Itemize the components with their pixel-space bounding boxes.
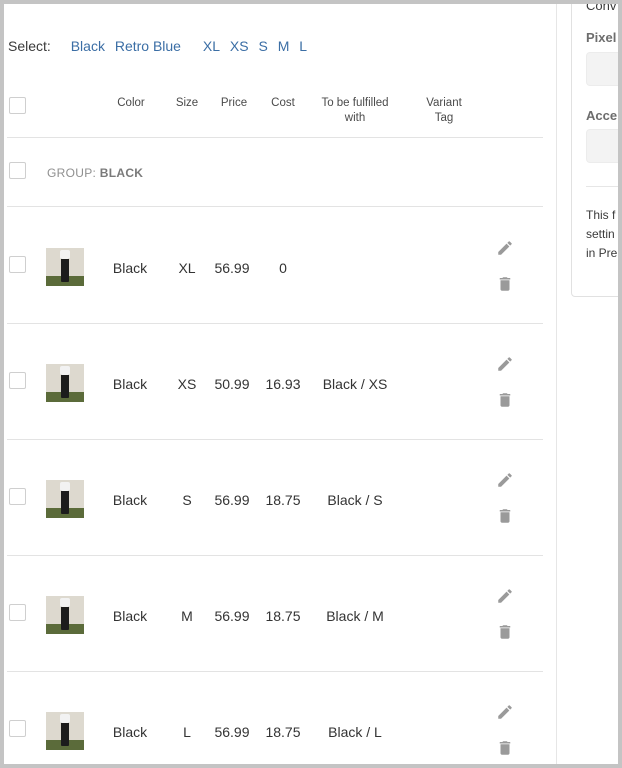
app-frame: Select: Black Retro Blue XL XS S M L Col… — [4, 4, 618, 764]
cell-size: XL — [178, 260, 196, 276]
cell-fulfilled: Black / L — [328, 724, 382, 740]
cell-fulfilled: Black / XS — [322, 376, 388, 392]
cell-cost: 18.75 — [265, 608, 301, 624]
header-fulfilled: To be fulfilled with — [321, 97, 389, 124]
pencil-icon[interactable] — [496, 239, 514, 257]
cell-color: Black — [112, 492, 148, 508]
cell-size: XS — [177, 376, 197, 392]
row-checkbox[interactable] — [9, 372, 26, 389]
table-row: Black S 56.99 18.75 Black / S — [7, 440, 543, 556]
header-price: Price — [220, 97, 248, 109]
variant-thumbnail — [46, 480, 84, 518]
cell-size: L — [183, 724, 191, 740]
header-variant-tag: Variant Tag — [426, 97, 462, 124]
header-size: Size — [175, 97, 199, 109]
trash-icon[interactable] — [496, 391, 514, 409]
trash-icon[interactable] — [496, 739, 514, 757]
select-color-black[interactable]: Black — [71, 38, 105, 54]
select-size-s[interactable]: S — [258, 38, 267, 54]
pencil-icon[interactable] — [496, 355, 514, 373]
select-size-l[interactable]: L — [299, 38, 307, 54]
side-line1: Conv — [586, 4, 617, 13]
row-checkbox[interactable] — [9, 720, 26, 737]
variant-select-bar: Select: Black Retro Blue XL XS S M L — [8, 38, 313, 54]
cell-color: Black — [112, 376, 148, 392]
trash-icon[interactable] — [496, 623, 514, 641]
pixel-input[interactable] — [586, 52, 618, 86]
variant-thumbnail — [46, 712, 84, 750]
cell-price: 56.99 — [214, 260, 250, 276]
desc-line: in Pre — [586, 246, 618, 260]
pencil-icon[interactable] — [496, 471, 514, 489]
cell-size: S — [182, 492, 192, 508]
variant-thumbnail — [46, 364, 84, 402]
select-size-m[interactable]: M — [278, 38, 290, 54]
table-row: Black XS 50.99 16.93 Black / XS — [7, 324, 543, 440]
select-color-retro-blue[interactable]: Retro Blue — [115, 38, 181, 54]
cell-price: 56.99 — [214, 492, 250, 508]
cell-price: 50.99 — [214, 376, 250, 392]
cell-color: Black — [112, 608, 148, 624]
variants-panel: Select: Black Retro Blue XL XS S M L Col… — [4, 4, 557, 764]
select-label: Select: — [8, 38, 51, 54]
row-checkbox[interactable] — [9, 604, 26, 621]
divider — [586, 186, 618, 187]
trash-icon[interactable] — [496, 275, 514, 293]
cell-color: Black — [112, 260, 148, 276]
pencil-icon[interactable] — [496, 703, 514, 721]
settings-sidebar: Conv Pixel Acce This f settin in Pre — [557, 4, 618, 764]
cell-price: 56.99 — [214, 608, 250, 624]
side-description: This f settin in Pre — [586, 206, 617, 263]
cell-color: Black — [112, 724, 148, 740]
cell-fulfilled: Black / S — [327, 492, 383, 508]
group-checkbox[interactable] — [9, 162, 26, 179]
cell-size: M — [181, 608, 193, 624]
access-input[interactable] — [586, 129, 618, 163]
table-row: Black L 56.99 18.75 Black / L — [7, 672, 543, 764]
header-color: Color — [117, 97, 145, 109]
cell-cost: 0 — [279, 260, 287, 276]
group-name: BLACK — [99, 166, 144, 180]
select-all-checkbox[interactable] — [9, 97, 26, 114]
cell-cost: 18.75 — [265, 724, 301, 740]
table-row: Black M 56.99 18.75 Black / M — [7, 556, 543, 672]
select-size-xs[interactable]: XS — [230, 38, 249, 54]
variant-thumbnail — [46, 248, 84, 286]
group-row: GROUP: BLACK — [7, 139, 543, 207]
desc-line: settin — [586, 227, 615, 241]
table-header: Color Size Price Cost To be fulfilled wi… — [7, 88, 543, 138]
cell-cost: 16.93 — [265, 376, 301, 392]
variant-thumbnail — [46, 596, 84, 634]
pencil-icon[interactable] — [496, 587, 514, 605]
trash-icon[interactable] — [496, 507, 514, 525]
group-prefix: GROUP: — [47, 166, 100, 180]
header-cost: Cost — [271, 97, 295, 109]
desc-line: This f — [586, 208, 616, 222]
select-size-xl[interactable]: XL — [203, 38, 220, 54]
cell-price: 56.99 — [214, 724, 250, 740]
row-checkbox[interactable] — [9, 488, 26, 505]
access-label: Acce — [586, 108, 618, 123]
table-row: Black XL 56.99 0 — [7, 208, 543, 324]
cell-fulfilled: Black / M — [326, 608, 384, 624]
row-checkbox[interactable] — [9, 256, 26, 273]
pixel-label: Pixel — [586, 30, 617, 45]
cell-cost: 18.75 — [265, 492, 301, 508]
group-label: GROUP: BLACK — [47, 166, 143, 180]
